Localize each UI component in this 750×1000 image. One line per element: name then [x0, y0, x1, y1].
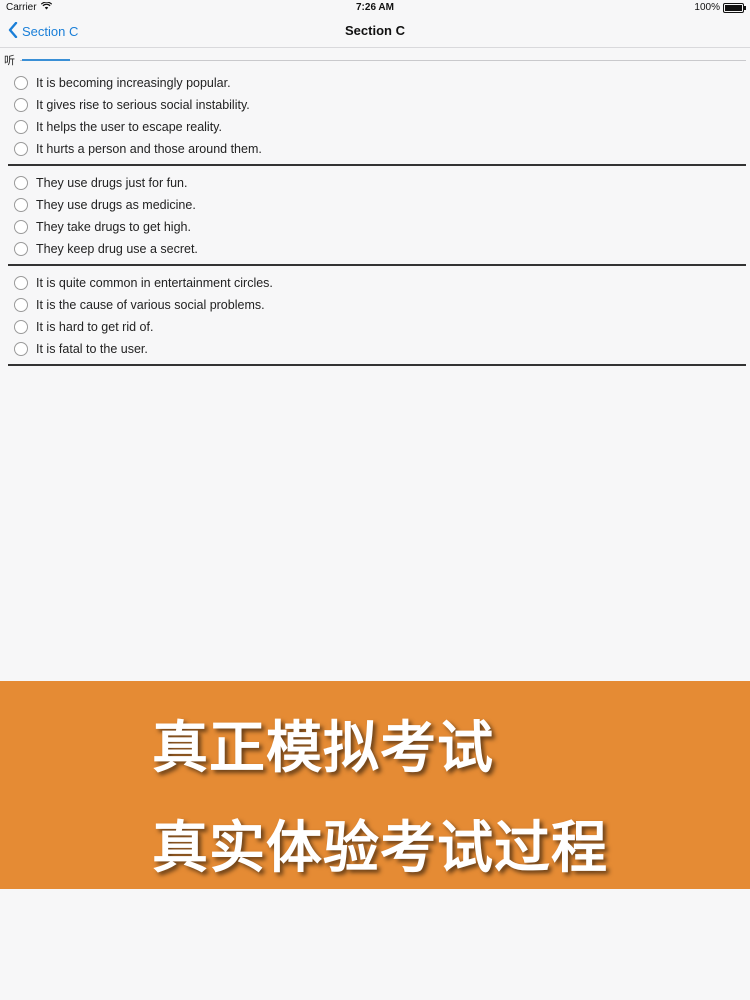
banner-subheadline: 真实体验考试过程: [152, 816, 608, 881]
tab-bar: 听: [4, 52, 746, 68]
option-row[interactable]: It is hard to get rid of.: [8, 316, 746, 338]
option-row[interactable]: It hurts a person and those around them.: [8, 138, 746, 160]
option-row[interactable]: It helps the user to escape reality.: [8, 116, 746, 138]
option-row[interactable]: They use drugs as medicine.: [8, 194, 746, 216]
question-group-3: It is quite common in entertainment circ…: [8, 270, 746, 366]
banner-headline: 真正模拟考试: [152, 716, 494, 781]
tab-divider: [20, 60, 746, 61]
option-text: It gives rise to serious social instabil…: [36, 98, 250, 112]
option-row[interactable]: It gives rise to serious social instabil…: [8, 94, 746, 116]
question-group-1: It is becoming increasingly popular. It …: [8, 70, 746, 166]
navigation-bar: Section C Section C: [0, 16, 750, 48]
option-text: It hurts a person and those around them.: [36, 142, 262, 156]
status-time: 7:26 AM: [356, 2, 394, 13]
tab-listening[interactable]: 听: [4, 52, 15, 68]
radio-button-icon[interactable]: [14, 176, 28, 190]
radio-button-icon[interactable]: [14, 142, 28, 156]
radio-button-icon[interactable]: [14, 220, 28, 234]
option-row[interactable]: It is the cause of various social proble…: [8, 294, 746, 316]
battery-icon: [723, 2, 746, 13]
radio-button-icon[interactable]: [14, 98, 28, 112]
page-title: Section C: [345, 23, 405, 38]
status-bar: Carrier 7:26 AM 100%: [0, 0, 750, 16]
option-text: It helps the user to escape reality.: [36, 120, 222, 134]
radio-button-icon[interactable]: [14, 320, 28, 334]
radio-button-icon[interactable]: [14, 342, 28, 356]
option-text: It is fatal to the user.: [36, 342, 148, 356]
option-row[interactable]: They keep drug use a secret.: [8, 238, 746, 260]
status-right: 100%: [694, 2, 746, 13]
option-row[interactable]: They use drugs just for fun.: [8, 172, 746, 194]
radio-button-icon[interactable]: [14, 76, 28, 90]
option-row[interactable]: It is quite common in entertainment circ…: [8, 272, 746, 294]
option-text: It is the cause of various social proble…: [36, 298, 265, 312]
option-text: They use drugs as medicine.: [36, 198, 196, 212]
radio-button-icon[interactable]: [14, 242, 28, 256]
option-row[interactable]: They take drugs to get high.: [8, 216, 746, 238]
radio-button-icon[interactable]: [14, 120, 28, 134]
option-text: It is hard to get rid of.: [36, 320, 154, 334]
option-row[interactable]: It is becoming increasingly popular.: [8, 72, 746, 94]
tab-indicator: [22, 59, 70, 61]
question-list: It is becoming increasingly popular. It …: [8, 70, 746, 370]
option-text: They use drugs just for fun.: [36, 176, 188, 190]
option-text: They take drugs to get high.: [36, 220, 191, 234]
option-text: They keep drug use a secret.: [36, 242, 198, 256]
promo-banner: 真正模拟考试 真实体验考试过程: [0, 681, 750, 889]
option-row[interactable]: It is fatal to the user.: [8, 338, 746, 360]
radio-button-icon[interactable]: [14, 298, 28, 312]
option-text: It is becoming increasingly popular.: [36, 76, 231, 90]
battery-percent: 100%: [694, 2, 720, 13]
question-group-2: They use drugs just for fun. They use dr…: [8, 170, 746, 266]
radio-button-icon[interactable]: [14, 198, 28, 212]
radio-button-icon[interactable]: [14, 276, 28, 290]
option-text: It is quite common in entertainment circ…: [36, 276, 273, 290]
